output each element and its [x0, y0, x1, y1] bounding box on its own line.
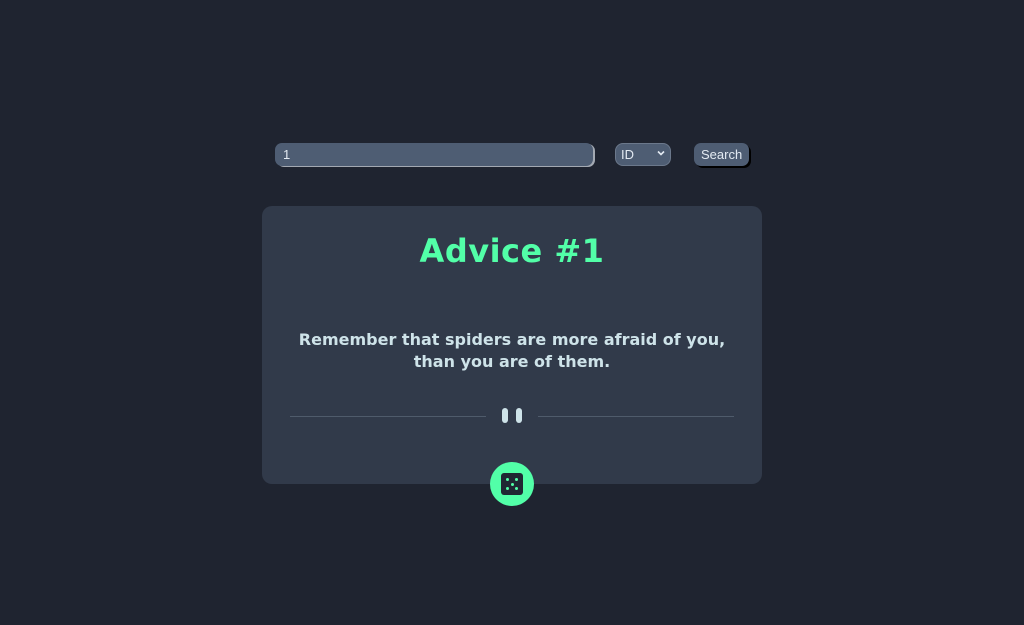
- divider-line-right: [538, 416, 734, 417]
- dice-icon: [501, 473, 523, 495]
- search-button[interactable]: Search: [694, 143, 750, 166]
- search-type-value: ID: [621, 147, 634, 162]
- advice-card: Advice #1 Remember that spiders are more…: [262, 206, 762, 484]
- new-advice-button[interactable]: [490, 462, 534, 506]
- pause-icon-bar: [516, 408, 522, 423]
- divider-line-left: [290, 416, 486, 417]
- advice-text: Remember that spiders are more afraid of…: [298, 330, 726, 371]
- chevron-down-icon: [657, 150, 665, 156]
- search-bar: ID Search: [275, 143, 750, 166]
- pause-icon: [502, 408, 508, 423]
- advice-title: Advice #1: [419, 232, 605, 270]
- search-input[interactable]: [275, 143, 593, 166]
- search-type-select[interactable]: ID: [615, 143, 671, 166]
